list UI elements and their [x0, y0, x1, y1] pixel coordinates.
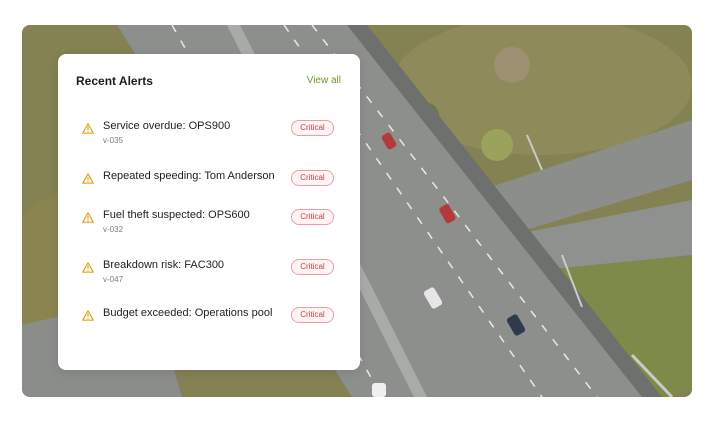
severity-badge: Critical — [291, 120, 334, 136]
alert-title: Service overdue: OPS900 — [103, 120, 231, 132]
severity-badge: Critical — [291, 170, 334, 186]
recent-alerts-card: Recent Alerts View all Service overdue: … — [58, 54, 360, 370]
view-all-link[interactable]: View all — [307, 75, 341, 86]
alert-title: Fuel theft suspected: OPS600 — [103, 209, 250, 221]
alert-title: Breakdown risk: FAC300 — [103, 259, 225, 271]
alert-title: Repeated speeding: Tom Anderson — [103, 170, 275, 182]
warning-triangle-icon — [82, 310, 94, 321]
severity-badge: Critical — [291, 209, 334, 225]
alert-item[interactable]: Breakdown risk: FAC300 v-047 Critical — [58, 259, 360, 299]
severity-badge: Critical — [291, 307, 334, 323]
alert-item[interactable]: Repeated speeding: Tom Anderson Critical — [58, 170, 360, 210]
alert-item[interactable]: Fuel theft suspected: OPS600 v-032 Criti… — [58, 209, 360, 249]
alert-title: Budget exceeded: Operations pool — [103, 307, 273, 319]
warning-triangle-icon — [82, 262, 94, 273]
card-title: Recent Alerts — [76, 74, 153, 88]
alert-vehicle-id: v-035 — [103, 136, 124, 145]
warning-triangle-icon — [82, 123, 94, 134]
warning-triangle-icon — [82, 173, 94, 184]
alert-vehicle-id: v-047 — [103, 275, 124, 284]
alert-vehicle-id: v-032 — [103, 225, 124, 234]
alert-item[interactable]: Service overdue: OPS900 v-035 Critical — [58, 120, 360, 160]
alert-item[interactable]: Budget exceeded: Operations pool Critica… — [58, 307, 360, 347]
warning-triangle-icon — [82, 212, 94, 223]
severity-badge: Critical — [291, 259, 334, 275]
